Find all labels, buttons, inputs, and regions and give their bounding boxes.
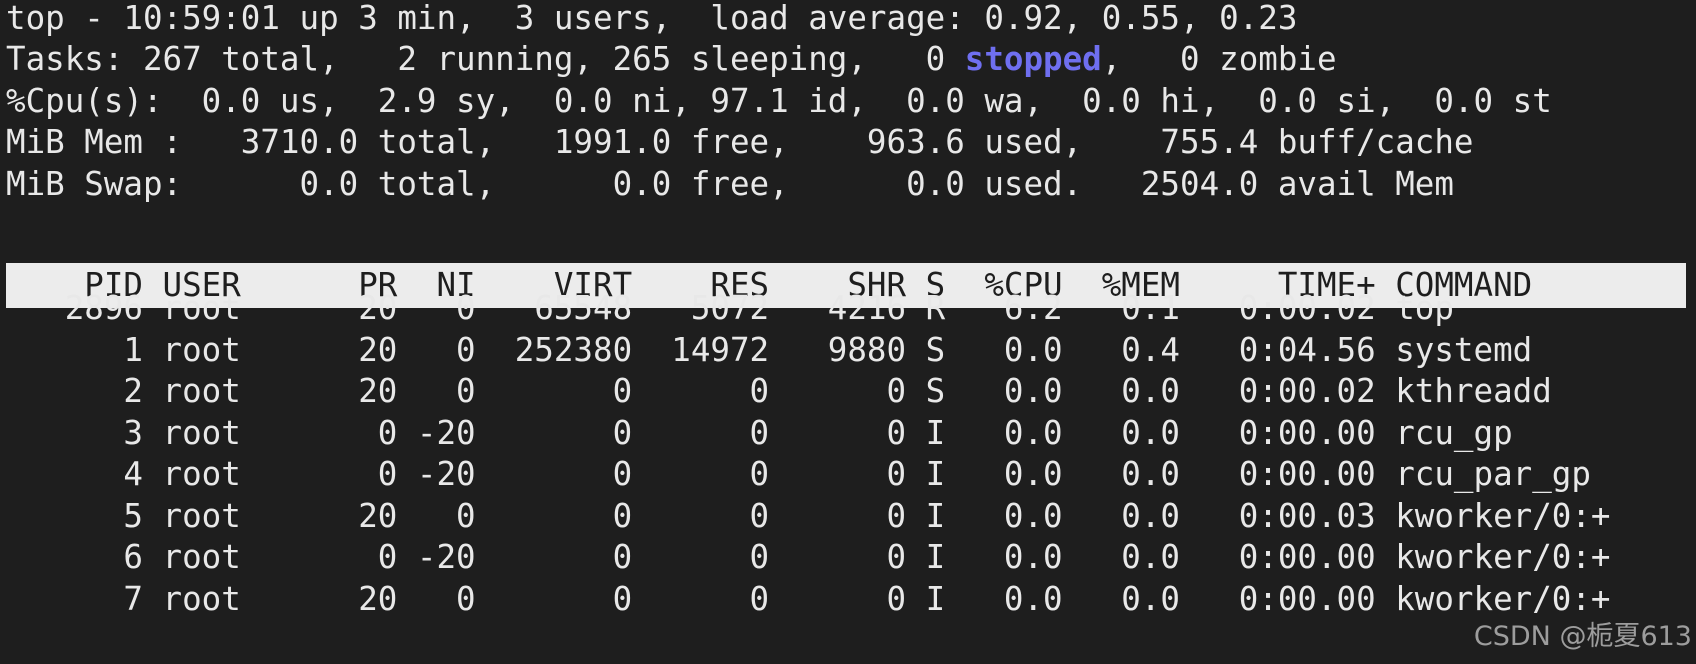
zombie-text: , 0 zombie: [1101, 40, 1337, 78]
process-row: 3 root 0 -20 0 0 0 I 0.0 0.0 0:00.00 rcu…: [6, 414, 1513, 452]
watermark: CSDN @栀夏613: [1473, 621, 1692, 652]
process-row: 4 root 0 -20 0 0 0 I 0.0 0.0 0:00.00 rcu…: [6, 455, 1591, 493]
process-row: 2896 root 20 0 65548 5072 4216 R 6.2 0.1…: [6, 289, 1454, 327]
process-row: 7 root 20 0 0 0 0 I 0.0 0.0 0:00.00 kwor…: [6, 580, 1611, 618]
process-row: 5 root 20 0 0 0 0 I 0.0 0.0 0:00.03 kwor…: [6, 497, 1611, 535]
stopped-label: stopped: [964, 40, 1102, 78]
tasks-text: Tasks: 267 total, 2 running, 265 sleepin…: [6, 40, 965, 78]
summary-swap-line: MiB Swap: 0.0 total, 0.0 free, 0.0 used.…: [6, 165, 1454, 203]
process-row: 1 root 20 0 252380 14972 9880 S 0.0 0.4 …: [6, 331, 1533, 369]
summary-uptime-line: top - 10:59:01 up 3 min, 3 users, load a…: [6, 0, 1298, 37]
summary-tasks-line: Tasks: 267 total, 2 running, 265 sleepin…: [6, 41, 1337, 86]
process-row: 2 root 20 0 0 0 0 S 0.0 0.0 0:00.02 kthr…: [6, 372, 1552, 410]
process-row: 6 root 0 -20 0 0 0 I 0.0 0.0 0:00.00 kwo…: [6, 538, 1611, 576]
summary-mem-line: MiB Mem : 3710.0 total, 1991.0 free, 963…: [6, 123, 1474, 161]
terminal-window[interactable]: top - 10:59:01 up 3 min, 3 users, load a…: [0, 0, 1696, 664]
summary-cpu-line: %Cpu(s): 0.0 us, 2.9 sy, 0.0 ni, 97.1 id…: [6, 82, 1552, 120]
